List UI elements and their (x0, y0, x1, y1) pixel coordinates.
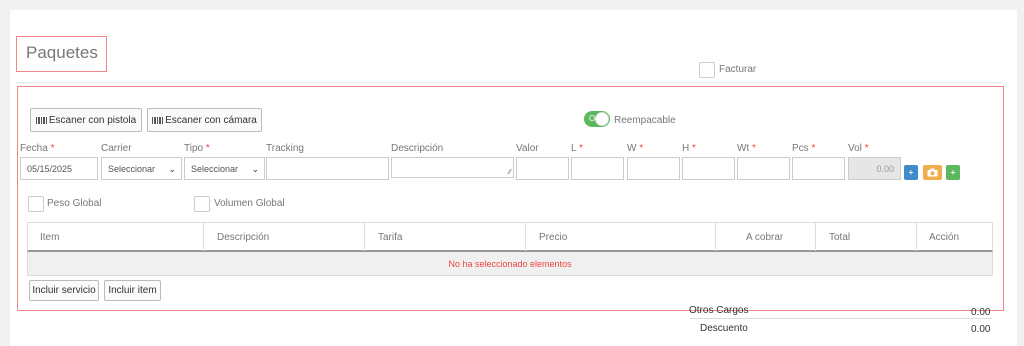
facturar-checkbox[interactable] (699, 62, 715, 78)
scan-camera-label: Escaner con cámara (165, 114, 257, 126)
chevron-down-icon: ⌄ (251, 164, 259, 174)
otros-cargos-label: Otros Cargos (689, 305, 749, 316)
scan-gun-button[interactable]: Escaner con pistola (30, 108, 142, 132)
volumen-global-label: Volumen Global (214, 198, 285, 209)
l-label: L * (571, 143, 583, 154)
incluir-item-button[interactable]: Incluir item (104, 280, 161, 301)
add-button[interactable]: + (904, 165, 918, 180)
incluir-servicio-button[interactable]: Incluir servicio (29, 280, 99, 301)
fecha-label: Fecha * (20, 143, 55, 154)
volumen-global-checkbox[interactable] (194, 196, 210, 212)
carrier-label: Carrier (101, 143, 132, 154)
carrier-select[interactable]: Seleccionar ⌄ (101, 157, 182, 180)
descripcion-label: Descripción (391, 143, 444, 154)
confirm-button[interactable]: + (946, 165, 960, 180)
title-divider (16, 82, 1002, 83)
vol-label: Vol * (848, 143, 869, 154)
descuento-value: 0.00 (971, 324, 991, 335)
resize-grip-icon[interactable]: ∕∕ (509, 169, 511, 176)
valor-input[interactable] (516, 157, 569, 180)
tracking-label: Tracking (266, 143, 304, 154)
pcs-label: Pcs * (792, 143, 816, 154)
camera-button[interactable] (923, 165, 942, 180)
otros-cargos-value: 0.00 (971, 307, 991, 318)
tipo-select[interactable]: Seleccionar ⌄ (184, 157, 265, 180)
barcode-icon (35, 116, 47, 124)
toggle-knob (595, 112, 609, 126)
scan-gun-label: Escaner con pistola (48, 114, 137, 126)
tipo-value: Seleccionar (191, 163, 239, 174)
section-title-box: Paquetes (16, 36, 107, 72)
camera-icon (927, 168, 938, 177)
w-label: W * (627, 143, 644, 154)
pcs-input[interactable] (792, 157, 845, 180)
descripcion-textarea[interactable]: ∕∕ (391, 157, 514, 178)
column-divider (916, 223, 917, 251)
l-input[interactable] (571, 157, 624, 180)
table-empty-message: No ha seleccionado elementos (27, 252, 993, 276)
reempacable-label: Reempacable (614, 115, 676, 126)
reempacable-toggle[interactable]: On (584, 111, 610, 127)
peso-global-checkbox[interactable] (28, 196, 44, 212)
column-a-cobrar: A cobrar (746, 231, 784, 243)
valor-label: Valor (516, 143, 539, 154)
column-divider (815, 223, 816, 251)
tipo-label: Tipo * (184, 143, 210, 154)
tracking-input[interactable] (266, 157, 389, 180)
scan-camera-button[interactable]: Escaner con cámara (147, 108, 262, 132)
column-descripcion: Descripción (217, 231, 270, 243)
fecha-input[interactable]: 05/15/2025 (20, 157, 98, 180)
chevron-down-icon: ⌄ (168, 164, 176, 174)
descuento-label: Descuento (700, 323, 748, 334)
wt-input[interactable] (737, 157, 790, 180)
summary-divider (690, 318, 992, 319)
column-divider (364, 223, 365, 251)
carrier-value: Seleccionar (108, 163, 156, 174)
column-tarifa: Tarifa (378, 231, 403, 243)
column-total: Total (829, 231, 851, 243)
h-label: H * (682, 143, 696, 154)
column-divider (203, 223, 204, 251)
w-input[interactable] (627, 157, 680, 180)
h-input[interactable] (682, 157, 735, 180)
column-divider (525, 223, 526, 251)
column-precio: Precio (539, 231, 568, 243)
column-item: Item (40, 231, 60, 243)
items-table-header: Item Descripción Tarifa Precio A cobrar … (27, 222, 993, 252)
column-accion: Acción (929, 231, 960, 243)
section-title: Paquetes (26, 43, 98, 62)
facturar-label: Facturar (719, 64, 757, 75)
barcode-icon (152, 116, 164, 124)
vol-input: 0.00 (848, 157, 901, 180)
column-divider (715, 223, 716, 251)
wt-label: Wt * (737, 143, 756, 154)
peso-global-label: Peso Global (47, 198, 102, 209)
